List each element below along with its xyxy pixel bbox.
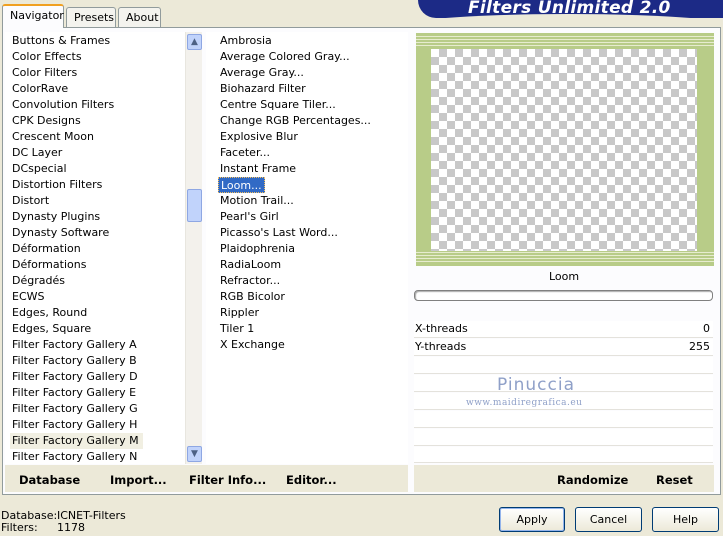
category-item[interactable]: Edges, Square	[12, 321, 91, 337]
frame-stripe	[416, 39, 714, 40]
filter-item[interactable]: Change RGB Percentages...	[220, 113, 371, 129]
param-row-empty	[414, 447, 713, 463]
filter-list[interactable]: Ambrosia Average Colored Gray... Average G…	[206, 32, 408, 464]
tab-navigator[interactable]: Navigator	[2, 4, 64, 28]
filter-item[interactable]: Biohazard Filter	[220, 81, 306, 97]
param-label: Y-threads	[415, 340, 467, 353]
category-item[interactable]: Distort	[12, 193, 49, 209]
category-item[interactable]: Filter Factory Gallery G	[12, 401, 138, 417]
database-button[interactable]: Database	[19, 473, 80, 487]
filters-label: Filters:	[1, 521, 38, 534]
watermark-name: Pinuccia	[497, 375, 575, 395]
category-item[interactable]: Filter Factory Gallery A	[12, 337, 137, 353]
filter-item[interactable]: Plaidophrenia	[220, 241, 295, 257]
category-item[interactable]: Déformations	[12, 257, 86, 273]
param-label: X-threads	[415, 322, 468, 335]
frame-stripe	[416, 42, 714, 43]
preview-image	[431, 49, 697, 251]
category-item[interactable]: Filter Factory Gallery B	[12, 353, 137, 369]
scroll-up-icon[interactable]: ▲	[187, 34, 202, 50]
filter-item[interactable]: Explosive Blur	[220, 129, 298, 145]
category-item[interactable]: Crescent Moon	[12, 129, 94, 145]
filter-item[interactable]: Centre Square Tiler...	[220, 97, 336, 113]
frame-stripe	[416, 261, 714, 262]
category-item[interactable]: CPK Designs	[12, 113, 81, 129]
param-value[interactable]: 0	[703, 322, 710, 335]
tab-presets[interactable]: Presets	[66, 7, 116, 27]
filter-item[interactable]: X Exchange	[220, 337, 285, 353]
filter-item[interactable]: Rippler	[220, 305, 259, 321]
category-item[interactable]: DCspecial	[12, 161, 67, 177]
filter-item[interactable]: Motion Trail...	[220, 193, 294, 209]
apply-button[interactable]: Apply	[499, 507, 565, 532]
category-item[interactable]: Filter Factory Gallery H	[12, 417, 137, 433]
category-scrollbar[interactable]: ▲ ▼	[185, 32, 202, 464]
category-item[interactable]: Dynasty Plugins	[12, 209, 100, 225]
category-item[interactable]: Convolution Filters	[12, 97, 114, 113]
frame-stripe	[416, 252, 714, 253]
filter-item[interactable]: RGB Bicolor	[220, 289, 285, 305]
category-item[interactable]: Filter Factory Gallery D	[12, 369, 138, 385]
filter-item[interactable]: Faceter...	[220, 145, 270, 161]
frame-stripe	[416, 258, 714, 259]
frame-stripe	[416, 36, 714, 37]
param-row-empty	[414, 357, 713, 374]
category-item[interactable]: Filter Factory Gallery M	[10, 433, 143, 449]
filter-item[interactable]: Picasso's Last Word...	[220, 225, 338, 241]
scrollbar-thumb[interactable]	[187, 189, 202, 222]
window-title: Filters Unlimited 2.0	[468, 0, 671, 18]
category-item[interactable]: Déformation	[12, 241, 81, 257]
category-item[interactable]: Dynasty Software	[12, 225, 109, 241]
filter-info-button[interactable]: Filter Info...	[189, 473, 266, 487]
tab-about[interactable]: About	[118, 7, 161, 27]
category-item[interactable]: Filter Factory Gallery N	[12, 449, 137, 464]
scroll-down-icon[interactable]: ▼	[187, 446, 202, 462]
filter-item[interactable]: RadiaLoom	[220, 257, 281, 273]
category-item[interactable]: Dégradés	[12, 273, 65, 289]
watermark-url: www.maidiregrafica.eu	[466, 398, 583, 408]
param-row-empty	[414, 429, 713, 446]
import-button[interactable]: Import...	[110, 473, 167, 487]
frame-stripe	[416, 255, 714, 256]
param-row-empty	[414, 411, 713, 428]
filter-item[interactable]: Refractor...	[220, 273, 280, 289]
filter-item[interactable]: Average Gray...	[220, 65, 304, 81]
filter-item[interactable]: Pearl's Girl	[220, 209, 279, 225]
cancel-button[interactable]: Cancel	[575, 507, 642, 532]
category-item[interactable]: Filter Factory Gallery E	[12, 385, 136, 401]
filter-name-label: Loom	[548, 270, 580, 283]
filters-count: 1178	[57, 521, 85, 534]
frame-stripe	[416, 45, 714, 46]
help-button[interactable]: Help	[652, 507, 719, 532]
filter-item[interactable]: Loom...	[218, 177, 265, 193]
param-value[interactable]: 255	[689, 340, 710, 353]
category-item[interactable]: Color Effects	[12, 49, 82, 65]
filter-item[interactable]: Ambrosia	[220, 33, 272, 49]
editor-button[interactable]: Editor...	[286, 473, 337, 487]
category-list[interactable]: Buttons & Frames Color Effects Color Filte…	[5, 32, 202, 464]
category-item[interactable]: DC Layer	[12, 145, 62, 161]
category-item[interactable]: Color Filters	[12, 65, 77, 81]
filter-item[interactable]: Average Colored Gray...	[220, 49, 350, 65]
filter-item[interactable]: Instant Frame	[220, 161, 296, 177]
category-item[interactable]: Buttons & Frames	[12, 33, 110, 49]
category-item[interactable]: Distortion Filters	[12, 177, 102, 193]
category-item[interactable]: ECWS	[12, 289, 45, 305]
param-row-y-threads[interactable]: Y-threads 255	[414, 339, 713, 356]
progress-bar	[414, 290, 713, 301]
reset-button[interactable]: Reset	[656, 473, 693, 487]
param-row-x-threads[interactable]: X-threads 0	[414, 321, 713, 338]
category-item[interactable]: Edges, Round	[12, 305, 87, 321]
filter-item[interactable]: Tiler 1	[220, 321, 254, 337]
randomize-button[interactable]: Randomize	[557, 473, 628, 487]
category-item[interactable]: ColorRave	[12, 81, 68, 97]
